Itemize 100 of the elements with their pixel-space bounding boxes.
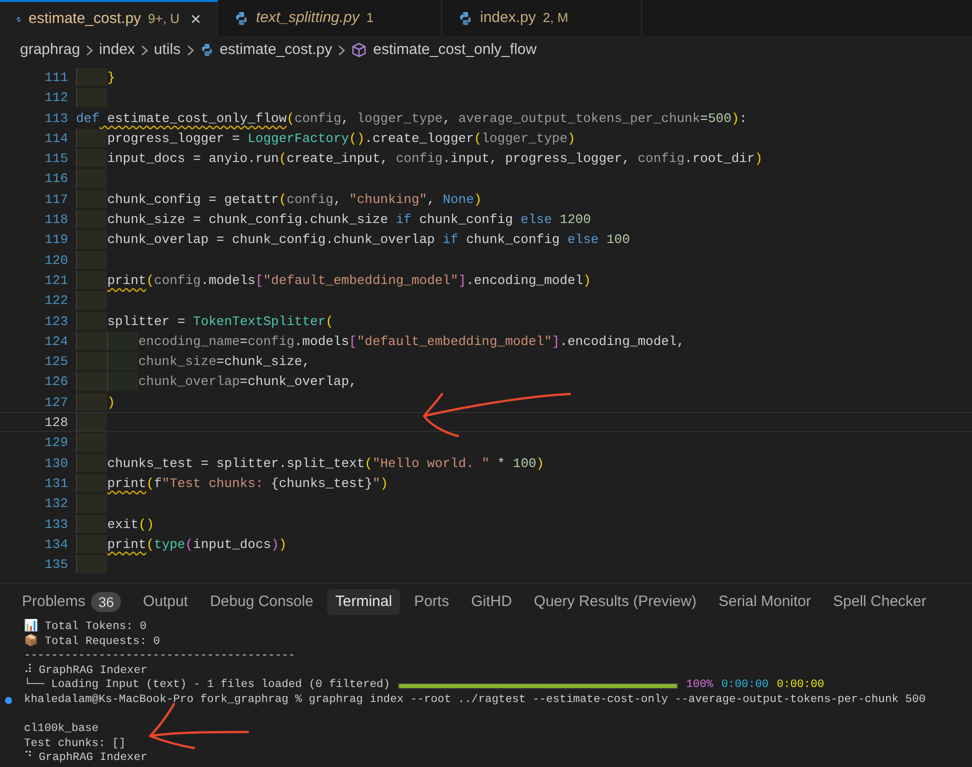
indent-guide bbox=[76, 555, 108, 574]
panel-tab-label: Spell Checker bbox=[833, 592, 926, 612]
code-text: ] bbox=[458, 272, 466, 290]
code-text: print bbox=[107, 272, 146, 290]
indent-guide bbox=[76, 433, 108, 452]
indent-guide bbox=[76, 270, 108, 290]
code-text: =chunk_size, bbox=[216, 353, 310, 370]
code-text: type bbox=[154, 536, 186, 554]
code-text: chunks_test = splitter.split_text bbox=[107, 454, 365, 472]
chevron-icon bbox=[140, 44, 148, 56]
terminal-text: ⠼ GraphRAG Indexer bbox=[24, 664, 148, 678]
code-text: .input, progress_logger, bbox=[442, 150, 631, 168]
terminal-text: 📦 Total Requests: 0 bbox=[24, 634, 160, 650]
code-text: estimate_cost_only_flow bbox=[106, 110, 287, 127]
code-text: chunk_size = chunk_config.chunk_size bbox=[107, 211, 390, 228]
indent-guide bbox=[76, 128, 108, 148]
panel-tab[interactable]: Spell Checker bbox=[825, 589, 934, 615]
line-number: 116 bbox=[44, 170, 69, 188]
indent-guide bbox=[76, 534, 108, 554]
close-icon[interactable]: × bbox=[190, 6, 201, 32]
chevron-icon bbox=[338, 44, 346, 56]
indent-guide bbox=[76, 169, 108, 188]
indent-guide bbox=[76, 149, 108, 168]
line-number: 126 bbox=[44, 373, 69, 391]
code-text: "Test chunks: bbox=[162, 474, 264, 492]
indent-guide bbox=[76, 514, 108, 533]
line-number: 131 bbox=[44, 474, 69, 492]
code-text: .models bbox=[200, 272, 256, 290]
code-text: " bbox=[372, 474, 380, 492]
code-text: , bbox=[427, 190, 436, 208]
code-text: chunk_config = getattr bbox=[107, 190, 279, 208]
code-text: None bbox=[442, 190, 474, 208]
panel-tab-label: Terminal bbox=[335, 592, 392, 612]
indent-guide bbox=[76, 88, 108, 107]
indent-guide bbox=[107, 352, 138, 370]
code-text: ( bbox=[278, 190, 287, 208]
panel-tab[interactable]: Output bbox=[134, 589, 196, 615]
code-text: TokenTextSplitter bbox=[193, 312, 326, 330]
editor-tab[interactable]: estimate_cost.py 9+, U × bbox=[0, 0, 218, 36]
code-text: create_input, bbox=[286, 150, 390, 168]
code-text: "chunking" bbox=[349, 190, 428, 208]
panel-tab[interactable]: Ports bbox=[406, 589, 458, 615]
panel-tab[interactable]: Query Results (Preview) bbox=[526, 589, 704, 615]
code-text: input_docs = anyio.run bbox=[107, 150, 279, 168]
panel-tab[interactable]: GitHD bbox=[463, 589, 520, 615]
code-text: ( bbox=[286, 110, 294, 127]
line-number: 129 bbox=[44, 434, 69, 452]
line-number: 130 bbox=[44, 454, 69, 472]
code-text: [ bbox=[255, 272, 264, 290]
terminal-text: 0:00:00 bbox=[776, 678, 824, 693]
line-number: 114 bbox=[44, 130, 69, 148]
chevron-icon bbox=[186, 44, 194, 56]
breadcrumb-item[interactable]: graphrag bbox=[20, 38, 80, 62]
line-number: 117 bbox=[44, 190, 69, 208]
indent-guide bbox=[76, 291, 108, 310]
indent-guide bbox=[76, 230, 108, 249]
code-text: progress_logger = bbox=[107, 130, 241, 148]
code-text: chunk_config bbox=[418, 211, 514, 228]
code-text: chunk_config bbox=[465, 231, 561, 249]
code-text: , bbox=[442, 110, 452, 127]
breadcrumb-item[interactable]: estimate_cost_only_flow bbox=[373, 38, 537, 62]
terminal-text: ---------------------------------------- bbox=[24, 649, 296, 664]
cube-icon bbox=[351, 42, 368, 58]
line-number: 132 bbox=[44, 495, 69, 513]
panel-tab[interactable]: Terminal bbox=[327, 589, 400, 615]
code-text: ) bbox=[583, 272, 591, 290]
panel-tab-label: Ports bbox=[414, 592, 450, 612]
code-text: "Hello world. " bbox=[372, 454, 490, 472]
code-text: config bbox=[154, 272, 201, 290]
line-number: 112 bbox=[44, 89, 69, 107]
code-text: average_output_tokens_per_chunk bbox=[458, 110, 700, 127]
line-number: 125 bbox=[44, 353, 69, 370]
breadcrumb-item[interactable]: index bbox=[99, 38, 135, 62]
code-text: , bbox=[341, 110, 350, 127]
code-text: {chunks_test} bbox=[271, 474, 372, 492]
code-text: splitter = bbox=[107, 312, 186, 330]
code-text: 100 bbox=[512, 454, 536, 472]
indent-guide bbox=[76, 392, 108, 412]
terminal-text: cl100k_base bbox=[24, 722, 99, 737]
code-text: if bbox=[396, 211, 412, 228]
line-number: 127 bbox=[44, 394, 69, 412]
code-text: =chunk_overlap, bbox=[240, 373, 357, 391]
panel-tab-label: GitHD bbox=[471, 592, 512, 612]
code-text: ) bbox=[474, 190, 482, 208]
line-number: 121 bbox=[44, 272, 69, 290]
code-text: if bbox=[442, 231, 458, 249]
code-text: input_docs bbox=[193, 536, 272, 554]
code-text: LoggerFactory bbox=[248, 130, 350, 148]
code-text: encoding_name bbox=[138, 332, 240, 350]
breadcrumb-item[interactable]: estimate_cost.py bbox=[220, 38, 332, 62]
code-text: else bbox=[567, 231, 599, 249]
panel-tab[interactable]: Problems 36 bbox=[14, 589, 129, 615]
panel-tab-label: Debug Console bbox=[210, 592, 314, 612]
code-text: = bbox=[700, 110, 708, 127]
line-number: 122 bbox=[44, 292, 69, 310]
panel-tab[interactable]: Serial Monitor bbox=[710, 589, 820, 615]
python-file-icon bbox=[234, 10, 249, 26]
breadcrumb-item[interactable]: utils bbox=[154, 38, 181, 62]
indent-guide bbox=[76, 210, 108, 228]
panel-tab[interactable]: Debug Console bbox=[202, 589, 322, 615]
